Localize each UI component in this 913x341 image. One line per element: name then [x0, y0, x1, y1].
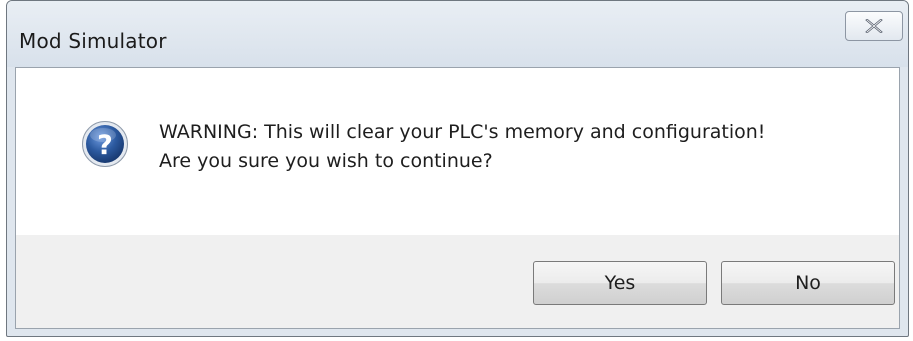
close-x-icon — [865, 19, 883, 33]
no-button[interactable]: No — [721, 261, 895, 305]
yes-button[interactable]: Yes — [533, 261, 707, 305]
message-line-1: WARNING: This will clear your PLC's memo… — [159, 121, 766, 143]
dialog-body: ? WARNING: This will clear your PLC's me… — [15, 67, 900, 329]
dialog-window: Mod Simulator ? WARNING: This will clear… — [6, 0, 909, 337]
close-button[interactable] — [845, 11, 903, 41]
message-line-2: Are you sure you wish to continue? — [159, 150, 493, 172]
window-title: Mod Simulator — [19, 29, 167, 53]
svg-text:?: ? — [97, 130, 113, 161]
title-bar[interactable]: Mod Simulator — [7, 1, 908, 67]
question-icon: ? — [82, 121, 128, 167]
warning-message: WARNING: This will clear your PLC's memo… — [159, 118, 765, 176]
